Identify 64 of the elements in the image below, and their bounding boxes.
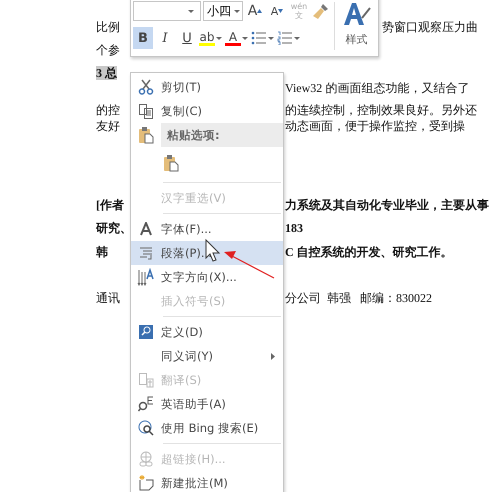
scissors-icon [138,79,154,95]
clipboard-icon [138,126,154,144]
document-text: 比例 [96,20,120,34]
menu-item[interactable]: 定义(D) [131,320,283,344]
document-text: 友好 [96,119,120,133]
paste-keep-formatting-button[interactable] [161,152,181,174]
styles-button[interactable]: 样式 [334,2,378,50]
dropdown-caret-icon [293,36,301,40]
menu-item[interactable]: 剪切(T) [131,75,283,99]
document-text: 的控 [96,103,120,117]
shrink-font-button[interactable]: A [267,0,287,22]
grow-font-button[interactable]: A [245,0,265,22]
menu-item[interactable]: 文字方向(X)... [131,265,283,289]
document-text: [作者 [96,198,124,212]
document-text: 183 [285,220,303,236]
underline-button[interactable]: U [177,27,197,49]
menu-item[interactable]: 同义词(Y) [131,344,283,368]
document-text: 的连续控制，控制效果良好。另外还 [285,102,477,118]
translate-icon [138,372,154,388]
document-text: C 自控系统的开发、研究工作。 [285,244,453,260]
menu-item[interactable]: 复制(C) [131,99,283,123]
document-text: 韩 [96,245,108,259]
text-direction-icon [137,268,155,286]
letter-a-brush-icon [342,2,372,26]
dropdown-caret-icon [215,36,223,40]
highlight-button[interactable]: ab [199,27,223,49]
dropdown-caret-icon [187,9,195,14]
globe-link-icon [138,451,154,467]
letter-a-icon [140,222,152,236]
dropdown-caret-icon [267,36,275,40]
font-color-button[interactable]: A [225,27,249,49]
paragraph-icon [138,245,154,261]
document-text: 研究、 [96,221,132,235]
document-text: 动态画面，便于操作监控，受到操 [285,118,465,134]
font-size-field[interactable]: 小四 [203,1,243,21]
dropdown-caret-icon [233,8,241,14]
font-name-field[interactable] [133,1,201,21]
document-text: 分公司 韩强 邮编：830022 [285,290,432,306]
document-text: 通讯 [96,291,120,305]
clipboard-icon [163,154,179,172]
document-text: 个参 [96,43,120,57]
dropdown-caret-icon [241,36,249,40]
menu-item[interactable]: 新建批注(M) [131,471,283,492]
globe-search-icon [138,420,154,436]
menu-item[interactable]: 英语助手(A) [131,392,283,416]
new-comment-icon [138,475,154,491]
down-triangle-icon [278,9,284,13]
document-text: 力系统及其自动化专业毕业，主要从事 [285,197,489,213]
heading-text: 3 总 [96,66,117,80]
document-text: View32 的画面组态功能，又结合了 [285,80,470,96]
copy-icon [138,103,154,119]
italic-button[interactable]: I [155,27,175,49]
magnifier-letter-icon [138,396,154,412]
up-triangle-icon [257,9,262,13]
book-search-icon [138,324,154,340]
bold-button[interactable]: B [133,27,153,49]
document-text: 势窗口观察压力曲 [382,19,478,35]
bullet-list-icon [251,31,267,45]
menu-item[interactable]: 字体(F)... [131,217,283,241]
numbered-list-icon [277,31,293,45]
submenu-arrow-icon [271,352,275,360]
menu-item[interactable]: 使用 Bing 搜索(E) [131,416,283,440]
paintbrush-icon [312,2,330,20]
menu-section-header: 粘贴选项: [161,123,283,147]
